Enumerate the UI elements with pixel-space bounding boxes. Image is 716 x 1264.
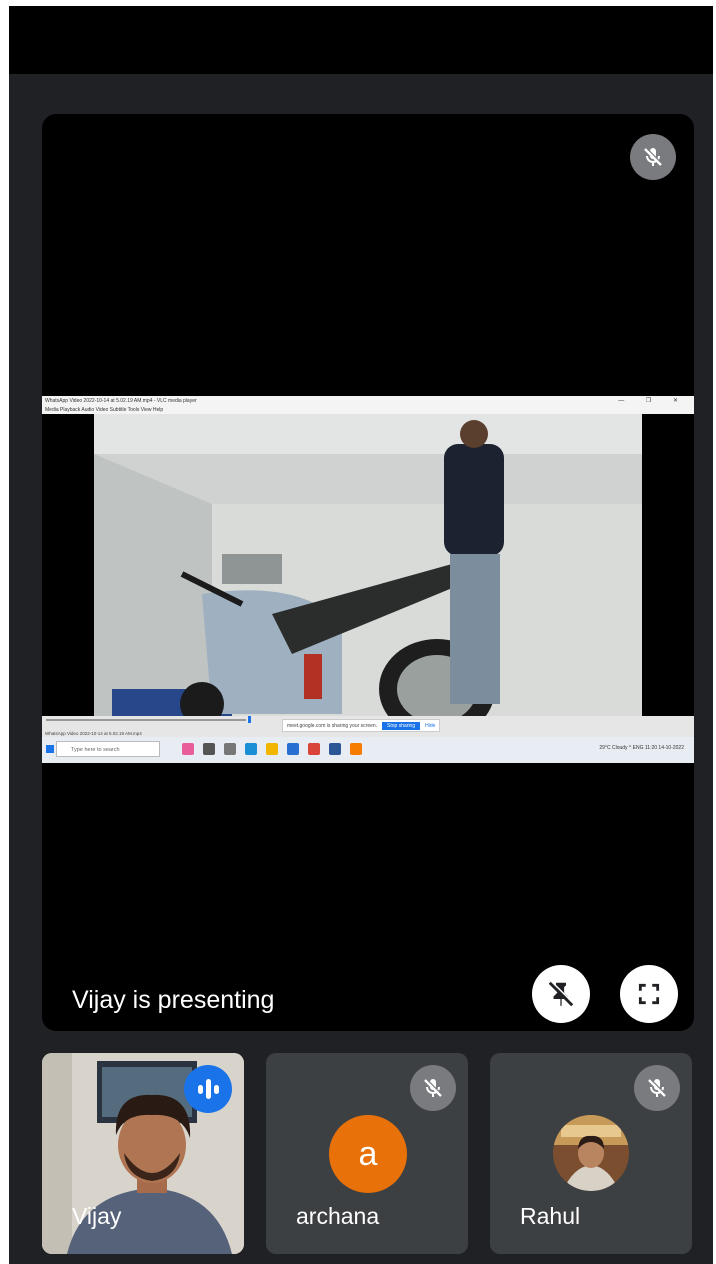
meet-screen: WhatsApp Video 2022-10-14 at 5.02.19 AM.…: [9, 6, 713, 1264]
mic-off-icon: [644, 147, 663, 166]
stage-mic-off-icon: [630, 134, 676, 180]
unpin-button[interactable]: [532, 965, 590, 1023]
top-bar: [9, 6, 713, 74]
screen-share-banner: meet.google.com is sharing your screen. …: [282, 719, 441, 732]
windows-taskbar: Type here to search 29°C Cloudy ^ ENG 11…: [42, 737, 694, 763]
seek-handle: [248, 716, 251, 723]
fullscreen-icon: [638, 983, 660, 1005]
mic-off-icon: [424, 1078, 443, 1097]
app-icon: [329, 743, 341, 755]
stop-sharing-button: Stop sharing: [382, 721, 421, 730]
taskbar-search-box: Type here to search: [56, 741, 160, 757]
participant-tile-rahul[interactable]: Rahul: [490, 1053, 692, 1254]
taskbar-app-icons: [182, 743, 362, 755]
participant-tile-archana[interactable]: a archana: [266, 1053, 468, 1254]
app-icon: [182, 743, 194, 755]
folder-icon: [266, 743, 278, 755]
vlc-title-bar: WhatsApp Video 2022-10-14 at 5.02.19 AM.…: [42, 396, 694, 406]
hide-button: Hide: [425, 722, 436, 729]
fullscreen-button[interactable]: [620, 965, 678, 1023]
rahul-profile-photo: [553, 1115, 629, 1191]
windows-start-icon: [46, 745, 54, 753]
app-icon: [203, 743, 215, 755]
edge-icon: [245, 743, 257, 755]
vlc-icon: [350, 743, 362, 755]
participant-name: Rahul: [520, 1203, 581, 1229]
presenting-label: Vijay is presenting: [72, 986, 275, 1014]
system-tray: 29°C Cloudy ^ ENG 11:20 14-10-2022: [599, 745, 684, 751]
vlc-controls-bar: meet.google.com is sharing your screen. …: [42, 716, 694, 737]
pin-off-icon: [548, 980, 575, 1007]
shared-screen: WhatsApp Video 2022-10-14 at 5.02.19 AM.…: [42, 396, 694, 763]
video-frame: [42, 414, 694, 716]
avatar: [553, 1115, 629, 1191]
chrome-icon: [308, 743, 320, 755]
share-banner-text: meet.google.com is sharing your screen.: [287, 722, 378, 729]
garage-scene-image: [42, 414, 694, 716]
vlc-window-title: WhatsApp Video 2022-10-14 at 5.02.19 AM.…: [45, 398, 197, 404]
archana-mic-off-icon: [410, 1065, 456, 1111]
presentation-stage[interactable]: WhatsApp Video 2022-10-14 at 5.02.19 AM.…: [42, 114, 694, 1031]
participant-name: archana: [296, 1203, 380, 1229]
participant-name: Vijay: [72, 1203, 122, 1229]
avatar: a: [329, 1115, 407, 1193]
vlc-menu-bar: Media Playback Audio Video Subtitle Tool…: [42, 406, 694, 414]
window-controls: — ❐ ✕: [618, 398, 688, 404]
participant-tile-vijay[interactable]: Vijay: [42, 1053, 244, 1254]
vlc-file-name: WhatsApp Video 2022-10-14 at 5.02.19 AM.…: [45, 731, 142, 736]
app-icon: [287, 743, 299, 755]
app-icon: [224, 743, 236, 755]
mic-off-icon: [648, 1078, 667, 1097]
speaking-indicator-icon: [184, 1065, 232, 1113]
seek-bar: [46, 719, 246, 721]
rahul-mic-off-icon: [634, 1065, 680, 1111]
